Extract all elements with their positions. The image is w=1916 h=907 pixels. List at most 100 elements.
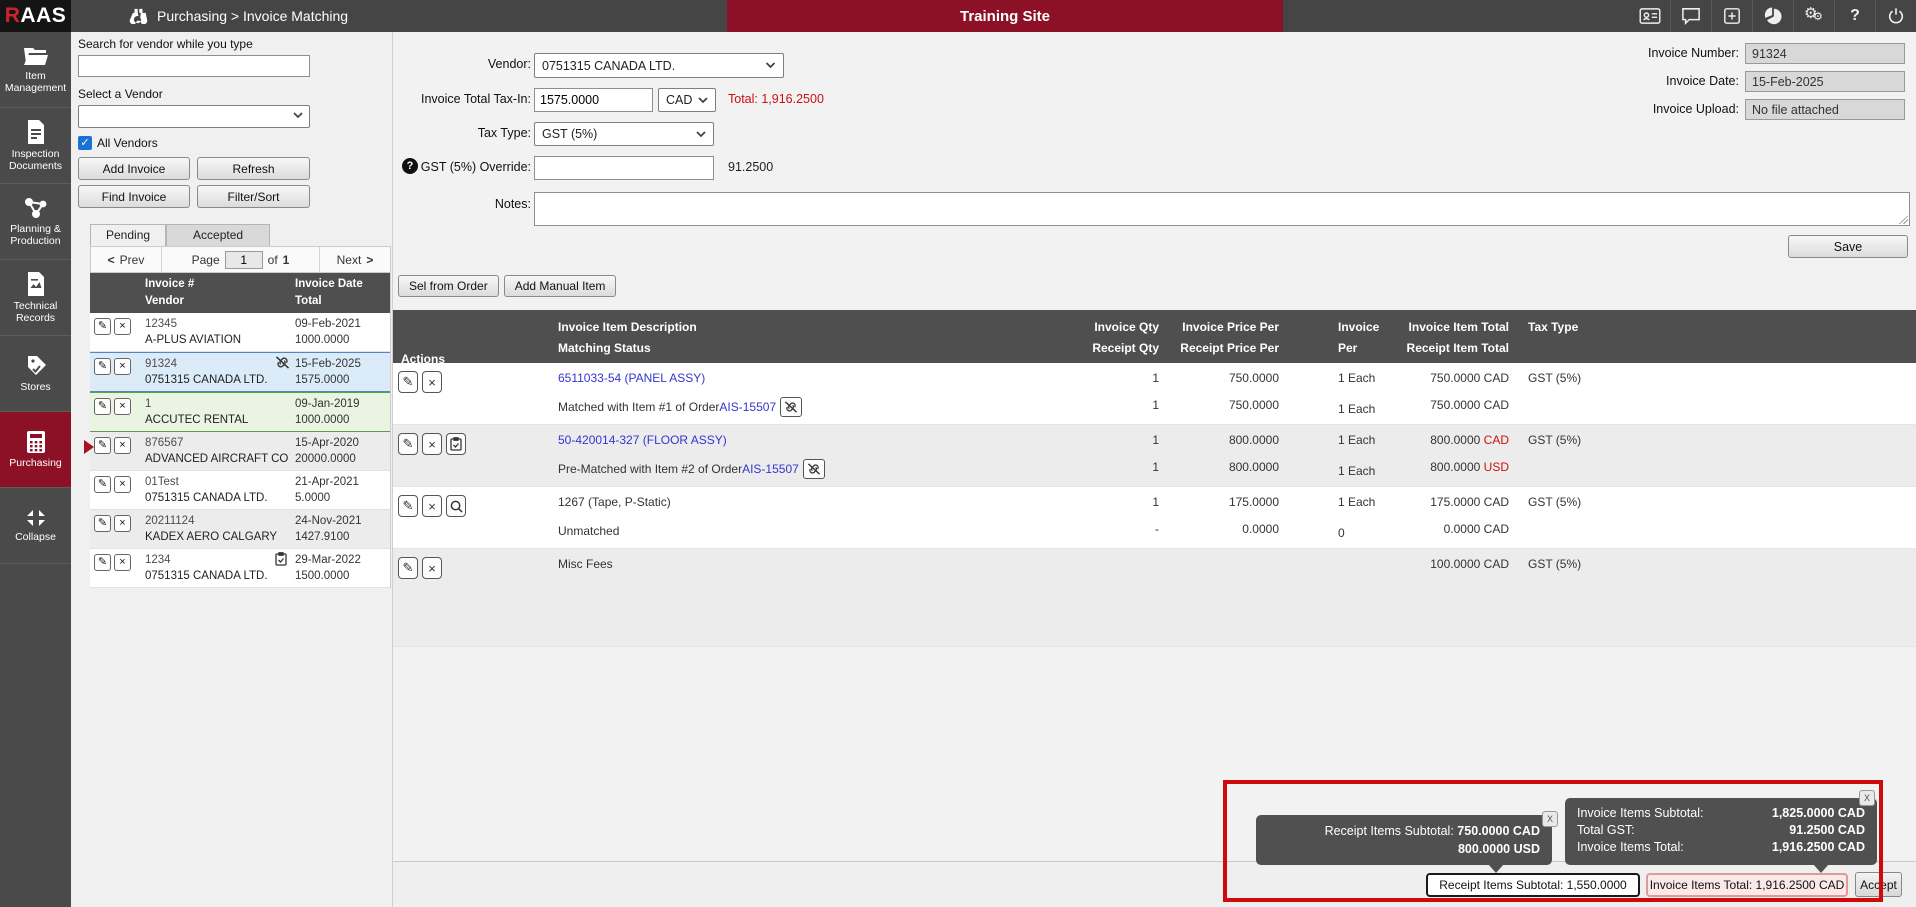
clipboard-item-icon[interactable] bbox=[446, 433, 466, 455]
delete-item-icon[interactable]: × bbox=[422, 371, 442, 393]
edit-item-icon[interactable]: ✎ bbox=[398, 371, 418, 393]
total-pages: 1 bbox=[283, 253, 290, 267]
invoice-row[interactable]: ✎× 20211124KADEX AERO CALGARY 24-Nov-202… bbox=[90, 510, 390, 549]
delete-invoice-icon[interactable]: × bbox=[114, 358, 131, 375]
find-invoice-button[interactable]: Find Invoice bbox=[78, 185, 190, 208]
invoice-date-label: Invoice Date: bbox=[1609, 74, 1739, 88]
order-link[interactable]: AIS-15507 bbox=[742, 462, 799, 476]
edit-item-icon[interactable]: ✎ bbox=[398, 495, 418, 517]
all-vendors-checkbox[interactable]: ✓ bbox=[78, 136, 92, 150]
edit-invoice-icon[interactable]: ✎ bbox=[94, 554, 111, 571]
chevron-down-icon bbox=[696, 131, 706, 138]
delete-invoice-icon[interactable]: × bbox=[114, 515, 131, 532]
edit-invoice-icon[interactable]: ✎ bbox=[94, 318, 111, 335]
notes-label: Notes: bbox=[393, 197, 531, 211]
vendor-select[interactable] bbox=[78, 105, 310, 128]
add-invoice-button[interactable]: Add Invoice bbox=[78, 157, 190, 180]
tax-type-dropdown[interactable]: GST (5%) bbox=[534, 122, 714, 146]
prev-chevron-icon: < bbox=[108, 253, 115, 267]
item-row: ✎ × Misc Fees 100.0000 CAD GST (5%) bbox=[393, 549, 1916, 647]
settings-gears-icon[interactable]: ⚙⚙ bbox=[1793, 0, 1834, 32]
sidebar-item-stores[interactable]: Stores bbox=[0, 336, 71, 412]
edit-item-icon[interactable]: ✎ bbox=[398, 557, 418, 579]
top-bar: RAAS Purchasing > Invoice Matching Train… bbox=[0, 0, 1916, 32]
id-card-icon[interactable] bbox=[1629, 0, 1670, 32]
sidebar-item-planning-production[interactable]: Planning & Production bbox=[0, 184, 71, 260]
tab-accepted[interactable]: Accepted bbox=[166, 224, 270, 246]
prev-page-button[interactable]: <Prev bbox=[91, 247, 161, 272]
vendor-select-label: Select a Vendor bbox=[78, 87, 392, 101]
environment-banner: Training Site bbox=[727, 0, 1283, 32]
vendor-dropdown[interactable]: 0751315 CANADA LTD. bbox=[534, 53, 784, 78]
receipt-subtotal-button[interactable]: Receipt Items Subtotal: 1,550.0000 bbox=[1426, 873, 1640, 897]
next-page-button[interactable]: Next> bbox=[320, 247, 390, 272]
edit-invoice-icon[interactable]: ✎ bbox=[94, 476, 111, 493]
app-logo[interactable]: RAAS bbox=[0, 0, 71, 32]
invoice-row-selected[interactable]: ✎× 913240751315 CANADA LTD. 15-Feb-20251… bbox=[90, 352, 390, 392]
delete-invoice-icon[interactable]: × bbox=[114, 476, 131, 493]
delete-invoice-icon[interactable]: × bbox=[114, 318, 131, 335]
accept-button[interactable]: Accept bbox=[1855, 872, 1902, 897]
power-icon[interactable] bbox=[1875, 0, 1916, 32]
invoice-row[interactable]: ✎× 01Test0751315 CANADA LTD. 21-Apr-2021… bbox=[90, 471, 390, 510]
sidebar-item-inspection-documents[interactable]: Inspection Documents bbox=[0, 108, 71, 184]
item-description-link[interactable]: 50-420014-327 (FLOOR ASSY) bbox=[558, 433, 727, 447]
app-root: RAAS Purchasing > Invoice Matching Train… bbox=[0, 0, 1916, 907]
vendor-search-input[interactable] bbox=[78, 55, 310, 77]
edit-item-icon[interactable]: ✎ bbox=[398, 433, 418, 455]
chat-icon[interactable] bbox=[1670, 0, 1711, 32]
tab-pending[interactable]: Pending bbox=[90, 224, 166, 246]
currency-dropdown[interactable]: CAD bbox=[658, 88, 716, 112]
pie-chart-icon[interactable] bbox=[1752, 0, 1793, 32]
gst-override-input[interactable] bbox=[534, 156, 714, 180]
invoice-row[interactable]: ✎× 876567ADVANCED AIRCRAFT CO 15-Apr-202… bbox=[90, 432, 390, 471]
refresh-button[interactable]: Refresh bbox=[197, 157, 310, 180]
delete-item-icon[interactable]: × bbox=[422, 495, 442, 517]
delete-invoice-icon[interactable]: × bbox=[114, 554, 131, 571]
gst-override-label: GST (5%) Override: bbox=[393, 160, 531, 174]
of-label: of bbox=[268, 253, 278, 267]
search-item-icon[interactable] bbox=[446, 495, 466, 517]
sidebar-item-technical-records[interactable]: Technical Records bbox=[0, 260, 71, 336]
delete-item-icon[interactable]: × bbox=[422, 557, 442, 579]
notes-textarea[interactable] bbox=[534, 192, 1910, 226]
delete-item-icon[interactable]: × bbox=[422, 433, 442, 455]
invoice-total-button[interactable]: Invoice Items Total: 1,916.2500 CAD bbox=[1646, 873, 1848, 897]
matching-status: Matched with Item #1 of Order bbox=[558, 400, 719, 414]
vendor-panel: Search for vendor while you type Select … bbox=[71, 32, 393, 907]
logo-letters-aas: AAS bbox=[20, 4, 66, 28]
close-icon[interactable]: X bbox=[1859, 790, 1875, 806]
close-icon[interactable]: X bbox=[1542, 811, 1558, 827]
filter-sort-button[interactable]: Filter/Sort bbox=[197, 185, 310, 208]
edit-invoice-icon[interactable]: ✎ bbox=[94, 398, 111, 415]
delete-invoice-icon[interactable]: × bbox=[114, 398, 131, 415]
edit-invoice-icon[interactable]: ✎ bbox=[94, 358, 111, 375]
sel-from-order-button[interactable]: Sel from Order bbox=[398, 275, 499, 297]
help-icon[interactable]: ? bbox=[1834, 0, 1875, 32]
invoice-items-table: Actions Invoice Item DescriptionMatching… bbox=[393, 310, 1916, 647]
invoice-row[interactable]: ✎× 12345A-PLUS AVIATION 09-Feb-20211000.… bbox=[90, 313, 390, 352]
invoice-total-input[interactable] bbox=[534, 88, 653, 112]
vendor-search-label: Search for vendor while you type bbox=[78, 37, 392, 51]
sidebar-item-collapse[interactable]: Collapse bbox=[0, 488, 71, 564]
invoice-row[interactable]: ✎× 12340751315 CANADA LTD. 29-Mar-202215… bbox=[90, 549, 390, 588]
active-module-arrow bbox=[84, 440, 94, 454]
invoice-upload-value[interactable]: No file attached bbox=[1745, 99, 1905, 120]
delete-invoice-icon[interactable]: × bbox=[114, 437, 131, 454]
save-button[interactable]: Save bbox=[1788, 235, 1908, 258]
page-number-input[interactable] bbox=[225, 251, 263, 269]
item-description-link[interactable]: 6511033-54 (PANEL ASSY) bbox=[558, 371, 705, 385]
resize-grip-icon[interactable] bbox=[1899, 215, 1908, 224]
order-link[interactable]: AIS-15507 bbox=[719, 400, 776, 414]
matching-status: Unmatched bbox=[558, 524, 619, 538]
unlink-button[interactable] bbox=[780, 397, 802, 417]
edit-invoice-icon[interactable]: ✎ bbox=[94, 437, 111, 454]
unlink-button[interactable] bbox=[803, 459, 825, 479]
sidebar-item-purchasing[interactable]: Purchasing bbox=[0, 412, 71, 488]
invoice-row-accepted[interactable]: ✎× 1ACCUTEC RENTAL 09-Jan-20191000.0000 bbox=[90, 392, 390, 432]
add-window-icon[interactable] bbox=[1711, 0, 1752, 32]
edit-invoice-icon[interactable]: ✎ bbox=[94, 515, 111, 532]
add-manual-item-button[interactable]: Add Manual Item bbox=[504, 275, 617, 297]
invoice-date-value[interactable]: 15-Feb-2025 bbox=[1745, 71, 1905, 92]
sidebar-item-item-management[interactable]: Item Management bbox=[0, 32, 71, 108]
